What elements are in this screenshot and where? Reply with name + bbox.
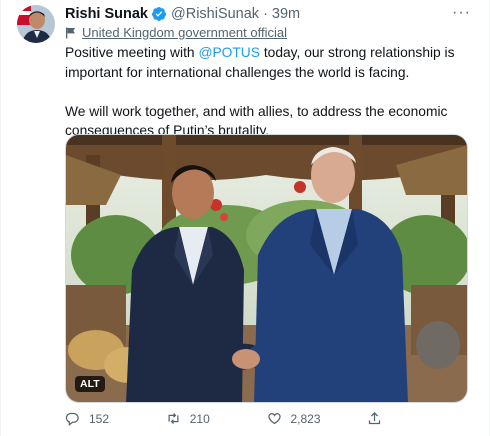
government-label-link[interactable]: United Kingdom government official	[82, 25, 287, 40]
more-icon[interactable]: ···	[452, 4, 471, 22]
like-count: 2,823	[290, 411, 321, 426]
tweet-text: Positive meeting with @POTUS today, our …	[65, 43, 475, 141]
share-icon	[369, 411, 381, 425]
tweet-header: Rishi Sunak @RishiSunak · 39m ···	[65, 4, 479, 24]
tweet-paragraph-1: Positive meeting with @POTUS today, our …	[65, 43, 475, 82]
retweet-icon	[168, 413, 179, 424]
share-button[interactable]	[367, 411, 468, 426]
reply-button[interactable]: 152	[65, 411, 166, 426]
avatar[interactable]	[17, 5, 55, 43]
author-handle[interactable]: @RishiSunak	[171, 6, 259, 22]
flag-icon	[65, 27, 77, 39]
government-label: United Kingdom government official	[65, 25, 287, 40]
reply-count: 152	[89, 411, 110, 426]
tweet-photo[interactable]: ALT	[65, 134, 468, 403]
like-icon	[267, 413, 281, 425]
retweet-count: 210	[189, 411, 210, 426]
mention-link[interactable]: @POTUS	[198, 45, 260, 60]
reply-icon	[65, 412, 79, 426]
author-name[interactable]: Rishi Sunak	[65, 6, 148, 22]
tweet-actions: 152 210 2,823	[65, 411, 468, 426]
timestamp[interactable]: 39m	[272, 6, 300, 22]
like-button[interactable]: 2,823	[267, 411, 368, 426]
verified-badge-icon	[151, 6, 167, 22]
alt-text-badge[interactable]: ALT	[75, 376, 105, 392]
separator-dot: ·	[263, 6, 268, 22]
tweet-text-part: Positive meeting with	[65, 45, 199, 60]
retweet-button[interactable]: 210	[166, 411, 267, 426]
tweet-card[interactable]: Rishi Sunak @RishiSunak · 39m ··· United…	[0, 0, 490, 436]
